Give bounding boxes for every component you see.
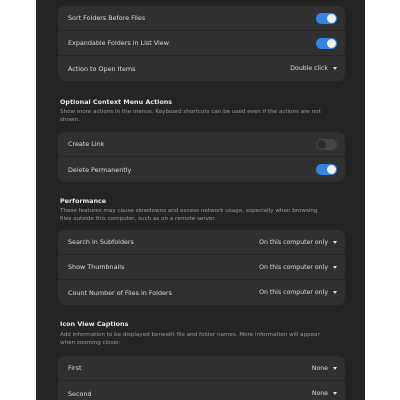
caption-second-value: None (311, 390, 328, 397)
performance-section-description: These features may cause slowdowns and e… (60, 208, 318, 222)
count-files-label: Count Number of Files in Folders (68, 288, 172, 297)
caption-first-dropdown[interactable]: None (312, 365, 337, 372)
action-open-row[interactable]: Action to Open Items Double click (58, 56, 345, 81)
show-thumbnails-row[interactable]: Show Thumbnails On this computer only (58, 255, 345, 280)
create-link-label: Create Link (68, 140, 105, 148)
toggle-knob (327, 165, 336, 174)
action-open-value: Double click (290, 65, 328, 72)
toggle-knob (327, 38, 336, 48)
general-group: Sort Folders Before Files Expandable Fol… (58, 6, 345, 81)
search-subfolders-row[interactable]: Search in Subfolders On this computer on… (58, 230, 345, 255)
caption-first-value: None (311, 364, 328, 372)
chevron-down-icon (333, 240, 337, 244)
icon-captions-group: First None Second None (58, 356, 345, 400)
caption-second-label: Second (68, 389, 92, 398)
create-link-row[interactable]: Create Link (58, 132, 345, 157)
icon-captions-section-description: Add information to be displayed beneath … (60, 332, 320, 346)
sort-folders-label: Sort Folders Before Files (68, 14, 146, 22)
caption-first-row[interactable]: First None (58, 356, 345, 381)
context-menu-group: Create Link Delete Permanently (58, 132, 345, 182)
chevron-down-icon (333, 67, 337, 70)
context-menu-section-description: Show more actions in the menus. Keyboard… (60, 109, 321, 123)
toggle-knob (317, 139, 326, 149)
search-subfolders-dropdown[interactable]: On this computer only (259, 239, 337, 246)
toggle-knob (327, 13, 336, 23)
performance-group: Search in Subfolders On this computer on… (58, 230, 345, 305)
delete-permanently-row[interactable]: Delete Permanently (58, 157, 345, 182)
delete-permanently-toggle[interactable] (316, 164, 337, 175)
search-subfolders-label: Search in Subfolders (68, 238, 134, 246)
performance-section-title: Performance (60, 197, 107, 205)
show-thumbnails-value: On this computer only (259, 263, 328, 271)
sort-folders-row[interactable]: Sort Folders Before Files (58, 6, 345, 31)
sort-folders-toggle[interactable] (316, 12, 337, 24)
action-open-label: Action to Open Items (68, 64, 136, 73)
delete-permanently-label: Delete Permanently (68, 165, 132, 174)
show-thumbnails-dropdown[interactable]: On this computer only (259, 264, 337, 271)
caption-second-row[interactable]: Second None (58, 381, 345, 400)
create-link-toggle[interactable] (316, 138, 337, 150)
chevron-down-icon (333, 291, 337, 294)
show-thumbnails-label: Show Thumbnails (68, 263, 125, 271)
count-files-row[interactable]: Count Number of Files in Folders On this… (58, 280, 345, 305)
preferences-window: Sort Folders Before Files Expandable Fol… (36, 0, 365, 400)
expandable-folders-label: Expandable Folders in List View (68, 39, 169, 47)
expandable-folders-toggle[interactable] (316, 37, 337, 49)
chevron-down-icon (333, 366, 337, 370)
caption-second-dropdown[interactable]: None (312, 390, 337, 397)
count-files-dropdown[interactable]: On this computer only (259, 289, 337, 296)
action-open-dropdown[interactable]: Double click (290, 65, 337, 72)
chevron-down-icon (333, 392, 337, 395)
count-files-value: On this computer only (259, 289, 328, 296)
search-subfolders-value: On this computer only (259, 238, 328, 246)
caption-first-label: First (68, 364, 82, 372)
chevron-down-icon (333, 265, 337, 269)
expandable-folders-row[interactable]: Expandable Folders in List View (58, 31, 345, 56)
icon-captions-section-title: Icon View Captions (60, 320, 129, 328)
context-menu-section-title: Optional Context Menu Actions (60, 98, 173, 106)
